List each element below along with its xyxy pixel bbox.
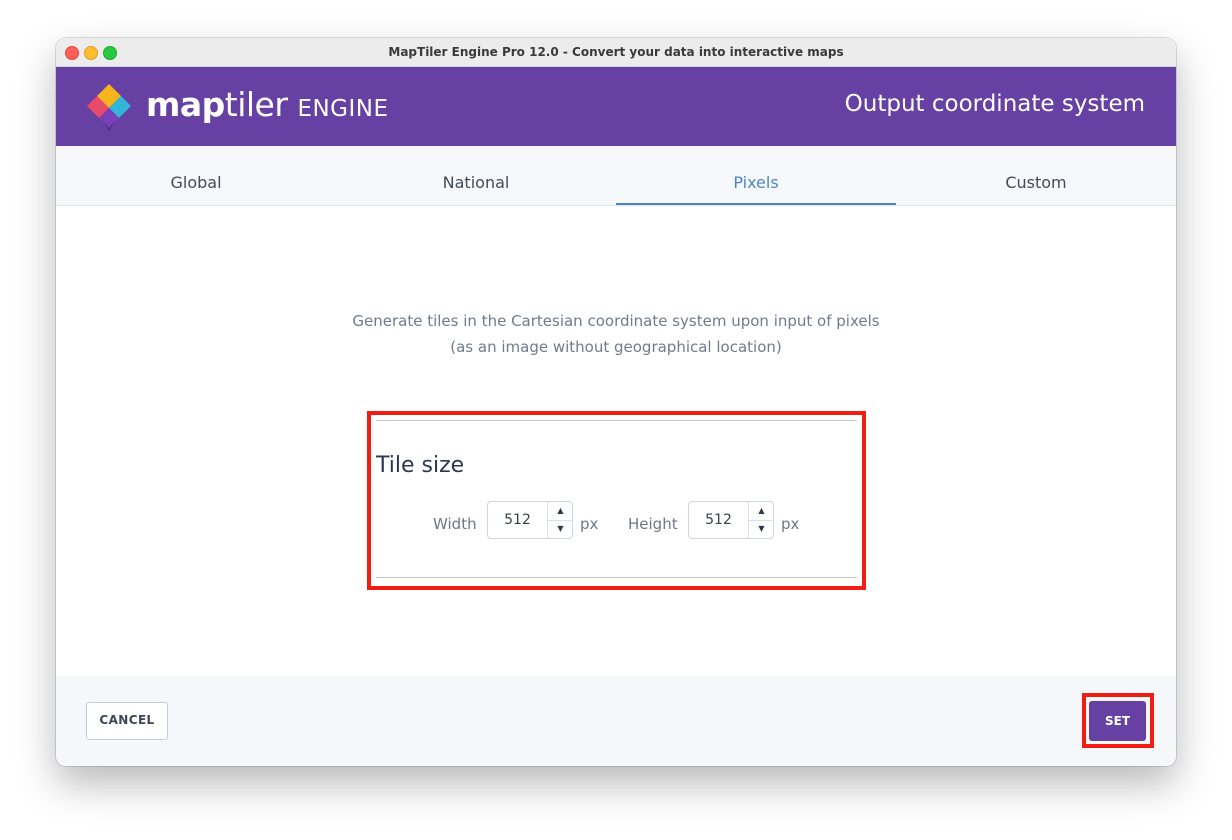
width-label: Width (433, 515, 477, 533)
app-header: maptiler ENGINE Output coordinate system (56, 67, 1176, 146)
pixels-panel: Generate tiles in the Cartesian coordina… (56, 206, 1176, 676)
app-window: MapTiler Engine Pro 12.0 - Convert your … (56, 38, 1176, 766)
page-title: Output coordinate system (844, 91, 1145, 117)
height-input[interactable]: 512 (689, 502, 748, 538)
cancel-button[interactable]: CANCEL (86, 702, 168, 740)
description-line-2: (as an image without geographical locati… (450, 338, 782, 356)
brand-tiler-text: tiler (224, 85, 288, 124)
window-title: MapTiler Engine Pro 12.0 - Convert your … (388, 45, 844, 59)
tab-global[interactable]: Global (56, 146, 336, 205)
arrow-up-icon[interactable]: ▲ (548, 502, 573, 521)
width-stepper[interactable]: 512 ▲ ▼ (487, 501, 573, 539)
height-label: Height (628, 515, 678, 533)
set-button[interactable]: SET (1089, 701, 1146, 741)
coordinate-system-tabs: Global National Pixels Custom (56, 146, 1176, 206)
arrow-down-icon[interactable]: ▼ (749, 520, 774, 538)
brand-map-text: map (146, 85, 225, 124)
height-stepper-buttons: ▲ ▼ (748, 502, 774, 538)
tab-pixels[interactable]: Pixels (616, 146, 896, 205)
description-line-1: Generate tiles in the Cartesian coordina… (352, 312, 880, 330)
arrow-down-icon[interactable]: ▼ (548, 520, 573, 538)
pixels-description: Generate tiles in the Cartesian coordina… (56, 308, 1176, 360)
width-unit: px (580, 515, 599, 533)
height-unit: px (781, 515, 800, 533)
tab-national[interactable]: National (336, 146, 616, 205)
arrow-up-icon[interactable]: ▲ (749, 502, 774, 521)
title-bar: MapTiler Engine Pro 12.0 - Convert your … (56, 38, 1176, 67)
maptiler-logo-icon (87, 84, 131, 131)
height-stepper[interactable]: 512 ▲ ▼ (688, 501, 774, 539)
brand-engine-text: ENGINE (297, 96, 389, 122)
divider (376, 420, 857, 421)
width-stepper-buttons: ▲ ▼ (547, 502, 573, 538)
dialog-footer: CANCEL SET (56, 676, 1176, 766)
tab-custom[interactable]: Custom (896, 146, 1176, 205)
brand-wordmark: maptiler ENGINE (146, 85, 389, 125)
tile-size-section: Tile size Width 512 ▲ ▼ px Height 512 ▲ … (367, 411, 866, 590)
tile-size-title: Tile size (376, 453, 465, 478)
divider (376, 577, 857, 578)
width-input[interactable]: 512 (488, 502, 547, 538)
